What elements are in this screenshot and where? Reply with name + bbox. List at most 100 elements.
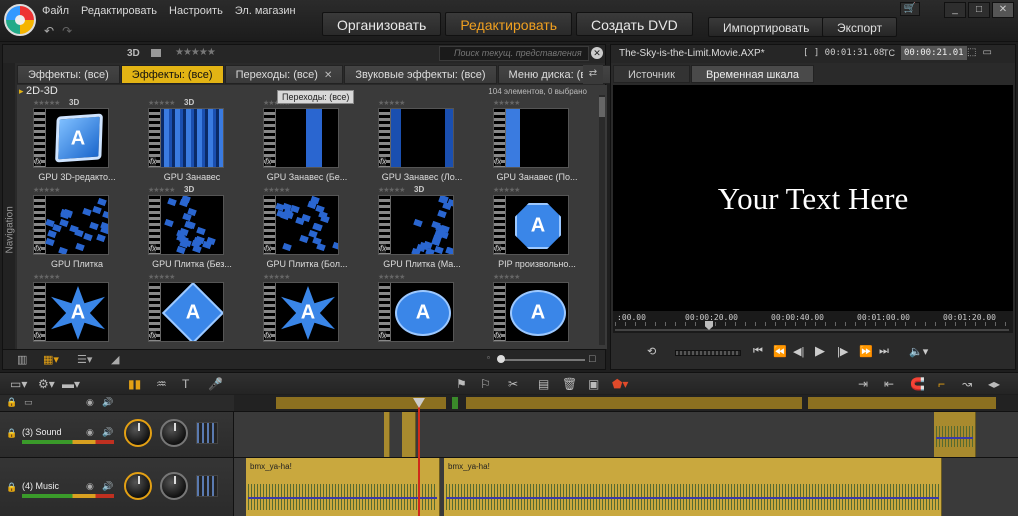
library-item[interactable]: ★★★★★ GPU Плитка <box>27 186 142 273</box>
rating-stars[interactable]: ★★★★★ <box>263 186 290 194</box>
preview-screen[interactable]: Your Text Here <box>613 85 1013 311</box>
library-navigator-icon[interactable]: ◢ <box>111 353 119 366</box>
track-lane[interactable] <box>234 412 1018 457</box>
audio-clip[interactable]: bmx_ya-ha! <box>444 458 942 516</box>
chapter-segment[interactable] <box>466 397 802 409</box>
clear-search-icon[interactable]: ✕ <box>591 47 603 59</box>
library-item[interactable]: ★★★★★ A <box>487 273 602 360</box>
thumb-size-slider-knob[interactable] <box>497 355 505 363</box>
close-icon[interactable]: ✕ <box>992 2 1014 18</box>
ripple-icon[interactable]: ⇤ <box>884 377 894 391</box>
settings-gear-icon[interactable]: ⚙▾ <box>38 377 55 391</box>
rating-stars[interactable]: ★★★★★ <box>378 186 405 194</box>
library-item[interactable]: ★★★★★ A <box>27 273 142 360</box>
go-start-icon[interactable]: ⏮ <box>753 345 763 358</box>
rating-filter-stars[interactable]: ★★★★★ <box>175 47 216 58</box>
audio-clip[interactable] <box>934 412 976 457</box>
timeline-ruler[interactable]: 🔒 ▭ ◉ 🔊 <box>0 395 1018 411</box>
snapshot-icon[interactable]: ▣ <box>588 377 599 391</box>
rewind-icon[interactable]: ⏪ <box>773 345 787 358</box>
tab-effects-1[interactable]: Эффекты: (все) <box>17 65 120 84</box>
import-button[interactable]: Импортировать <box>708 17 825 37</box>
eye-icon[interactable]: ◉ <box>86 397 94 408</box>
minimize-icon[interactable]: _ <box>944 2 966 18</box>
pan-knob[interactable] <box>160 419 188 447</box>
loop-icon[interactable]: ⟲ <box>647 345 656 358</box>
eye-icon[interactable]: ◉ <box>86 427 94 438</box>
razor-icon[interactable]: ✂ <box>508 377 518 391</box>
surround-mixer-icon[interactable] <box>196 422 218 444</box>
menu-edit[interactable]: Редактировать <box>81 5 157 17</box>
scrub-audio-icon[interactable]: ◂▸ <box>988 377 1000 391</box>
voiceover-mic-icon[interactable]: 🎤 <box>208 377 223 391</box>
storyboard-icon[interactable]: ▬▾ <box>62 377 80 391</box>
audio-clip[interactable] <box>402 412 416 457</box>
lock-icon[interactable]: 🔒 <box>6 482 17 493</box>
volume-knob[interactable] <box>124 419 152 447</box>
audio-clip[interactable] <box>384 412 390 457</box>
collapse-panel-icon[interactable]: ▥ <box>17 353 27 366</box>
library-item[interactable]: ★★★★★ A PIP произвольно... <box>487 186 602 273</box>
split-icon[interactable]: ⇥ <box>858 377 868 391</box>
play-icon[interactable]: ▶ <box>815 343 825 359</box>
timecode-field[interactable]: 00:00:21.01 <box>901 46 967 60</box>
rating-stars[interactable]: ★★★★★ <box>33 99 60 107</box>
pan-knob[interactable] <box>160 472 188 500</box>
tab-sound-effects[interactable]: Звуковые эффекты: (все) <box>344 65 497 84</box>
speaker-icon[interactable]: 🔊 <box>102 397 113 408</box>
rating-stars[interactable]: ★★★★★ <box>493 273 520 281</box>
rating-stars[interactable]: ★★★★★ <box>148 273 175 281</box>
rating-stars[interactable]: ★★★★★ <box>33 186 60 194</box>
library-item[interactable]: ★★★★★ GPU Занавес (Ло... <box>372 99 487 186</box>
title-editor-icon[interactable]: T <box>182 377 189 391</box>
speaker-icon[interactable]: 🔊 <box>102 427 113 438</box>
trash-icon[interactable]: 🗑 <box>562 377 577 391</box>
rating-stars[interactable]: ★★★★★ <box>493 186 520 194</box>
library-item[interactable]: ★★★★★ A <box>142 273 257 360</box>
eye-icon[interactable]: ◉ <box>86 481 94 492</box>
track-view-icon[interactable]: ▭▾ <box>10 377 27 391</box>
rating-stars[interactable]: ★★★★★ <box>378 99 405 107</box>
audio-clip[interactable]: bmx_ya-ha! <box>246 458 440 516</box>
rating-stars[interactable]: ★★★★★ <box>148 99 175 107</box>
marker-icon[interactable]: ⚑ <box>456 377 467 391</box>
tab-source[interactable]: Источник <box>613 65 690 83</box>
volume-knob[interactable] <box>124 472 152 500</box>
undo-icon[interactable]: ↶ <box>44 24 54 38</box>
cart-icon[interactable]: 🛒 <box>900 2 920 16</box>
tab-edit[interactable]: Редактировать <box>445 12 573 36</box>
speaker-icon[interactable]: 🔊 <box>102 481 113 492</box>
menu-settings[interactable]: Настроить <box>169 5 223 17</box>
library-item[interactable]: ★★★★★ 3D A GPU 3D-редакто... <box>27 98 142 186</box>
tab-create-dvd[interactable]: Создать DVD <box>576 12 693 36</box>
search-input[interactable]: Поиск текущ. представления <box>439 46 589 61</box>
list-view-icon[interactable]: ☰▾ <box>77 353 92 366</box>
jog-wheel[interactable] <box>675 350 741 356</box>
scrub-bar[interactable] <box>615 329 1009 331</box>
menu-file[interactable]: Файл <box>42 5 69 17</box>
step-forward-icon[interactable]: |▶ <box>837 345 848 358</box>
rating-stars[interactable]: ★★★★★ <box>263 273 290 281</box>
library-item[interactable]: ★★★★★ 3D GPU Занавес <box>142 98 257 186</box>
library-item[interactable]: ★★★★★ A <box>257 273 372 360</box>
rating-stars[interactable]: ★★★★★ <box>493 99 520 107</box>
track-lane[interactable]: bmx_ya-ha! bmx_ya-ha! <box>234 458 1018 516</box>
close-tab-icon[interactable]: ✕ <box>324 70 332 81</box>
tab-organize[interactable]: Организовать <box>322 12 442 36</box>
maximize-icon[interactable]: □ <box>968 2 990 18</box>
rating-stars[interactable]: ★★★★★ <box>378 273 405 281</box>
library-item[interactable]: ★★★★★ 3D GPU Плитка (Ма... <box>372 185 487 273</box>
magnet-snap-icon[interactable]: 🧲 <box>910 377 925 391</box>
volume-icon[interactable]: 🔈▾ <box>909 345 928 358</box>
thumb-size-slider[interactable] <box>501 359 585 361</box>
dissolve-icon[interactable]: ▤ <box>538 377 549 391</box>
library-item[interactable]: ★★★★★ A <box>372 273 487 360</box>
go-end-icon[interactable]: ⏭ <box>879 345 889 358</box>
rating-stars[interactable]: ★★★★★ <box>148 186 175 194</box>
grid-view-icon[interactable]: ▦▾ <box>43 353 59 366</box>
chapter-icon[interactable]: ⌐ <box>938 377 945 391</box>
tab-timeline[interactable]: Временная шкала <box>690 65 815 83</box>
lock-icon[interactable]: 🔒 <box>6 397 17 408</box>
surround-mixer-icon[interactable] <box>196 475 218 497</box>
redo-icon[interactable]: ↷ <box>62 24 72 38</box>
